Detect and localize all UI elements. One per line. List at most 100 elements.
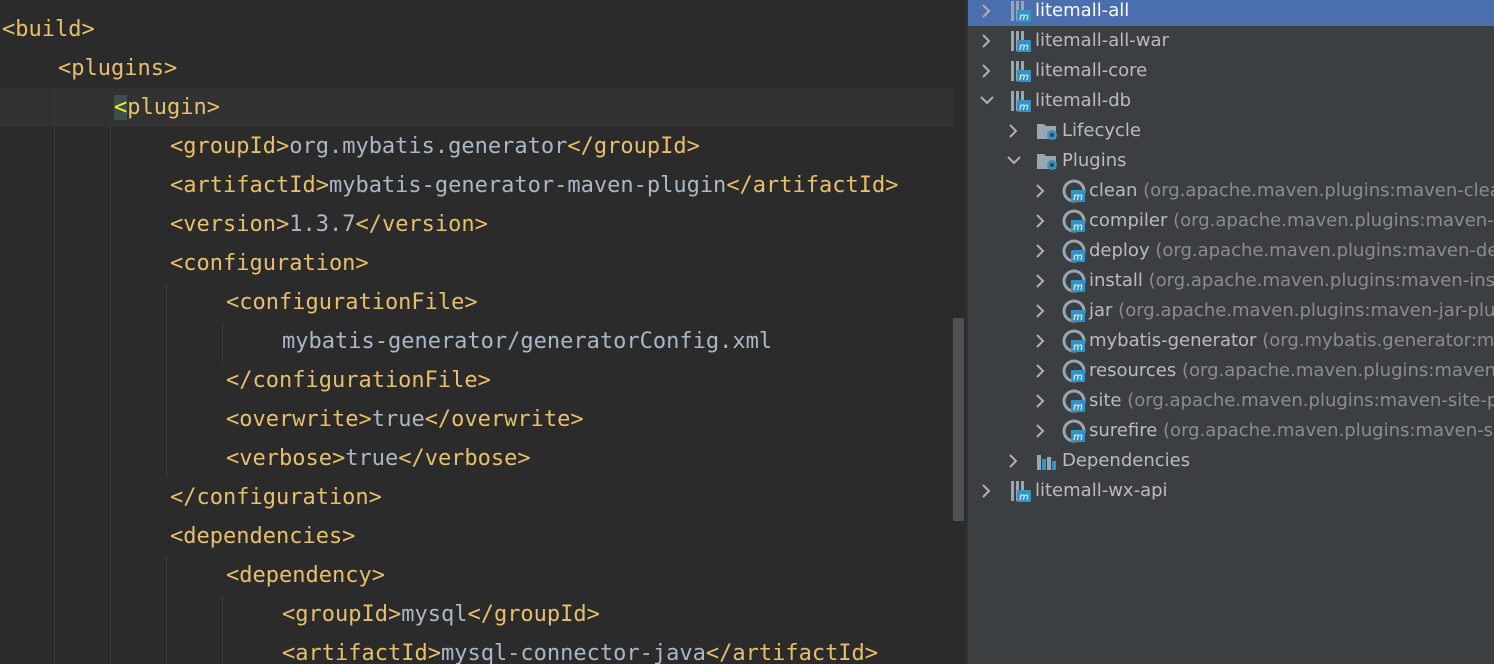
chevron-right-icon[interactable] bbox=[1007, 446, 1021, 476]
code-line[interactable]: mybatis-generator/generatorConfig.xml bbox=[282, 322, 772, 361]
tree-item-litemall-all[interactable]: m litemall-all bbox=[968, 0, 1494, 26]
tree-item-litemall-wx-api[interactable]: m litemall-wx-api bbox=[968, 476, 1494, 506]
code-tag: <artifactId> bbox=[170, 173, 329, 198]
code-line[interactable]: <configuration> bbox=[170, 244, 369, 283]
code-line[interactable]: <dependencies> bbox=[170, 517, 355, 556]
tree-item-litemall-all-war[interactable]: m litemall-all-war bbox=[968, 26, 1494, 56]
chevron-right-icon[interactable] bbox=[1034, 206, 1048, 236]
code-text: mybatis-generator/generatorConfig.xml bbox=[282, 329, 773, 354]
tree-item-label: clean (org.apache.maven.plugins:maven-cl… bbox=[1089, 176, 1494, 206]
chevron-right-icon[interactable] bbox=[1007, 116, 1021, 146]
tree-item-label: Plugins bbox=[1062, 146, 1126, 176]
tree-item-label: deploy (org.apache.maven.plugins:maven-d… bbox=[1089, 236, 1494, 266]
tree-item-plugins[interactable]: Plugins bbox=[968, 146, 1494, 176]
tree-item-mybatis-generator[interactable]: m mybatis-generator (org.mybatis.generato… bbox=[968, 326, 1494, 356]
tree-item-label: Dependencies bbox=[1062, 446, 1190, 476]
tree-item-surefire[interactable]: m surefire (org.apache.maven.plugins:mave… bbox=[968, 416, 1494, 446]
maven-plugin-icon: m bbox=[1062, 389, 1086, 413]
code-text: org.mybatis.generator bbox=[289, 134, 568, 159]
code-tag: </configuration> bbox=[170, 485, 382, 510]
svg-text:m: m bbox=[1073, 192, 1083, 203]
code-editor[interactable]: <build> <plugins> <plugin> <groupId>org.myb… bbox=[0, 0, 966, 664]
code-line[interactable]: <plugin> bbox=[114, 88, 220, 127]
tree-item-name: litemall-all-war bbox=[1035, 30, 1169, 51]
code-line[interactable]: </configuration> bbox=[170, 478, 382, 517]
chevron-right-icon[interactable] bbox=[1034, 356, 1048, 386]
tree-item-label: jar (org.apache.maven.plugins:maven-jar-… bbox=[1089, 296, 1494, 326]
chevron-right-icon[interactable] bbox=[980, 56, 994, 86]
tree-item-lifecycle[interactable]: Lifecycle bbox=[968, 116, 1494, 146]
chevron-right-icon[interactable] bbox=[1034, 296, 1048, 326]
chevron-right-icon[interactable] bbox=[1034, 416, 1048, 446]
code-tag: </artifactId> bbox=[726, 173, 899, 198]
maven-tool-window-tree[interactable]: m litemall-all m litemall-all-war m litemall-… bbox=[966, 0, 1494, 664]
chevron-right-icon[interactable] bbox=[1034, 176, 1048, 206]
chevron-down-icon[interactable] bbox=[980, 86, 994, 116]
code-line[interactable]: <overwrite>true</overwrite> bbox=[226, 400, 584, 439]
tree-item-name: litemall-db bbox=[1035, 90, 1132, 111]
tree-item-clean[interactable]: m clean (org.apache.maven.plugins:maven-c… bbox=[968, 176, 1494, 206]
indent-guide bbox=[222, 322, 223, 361]
tree-item-name: Lifecycle bbox=[1062, 120, 1141, 141]
chevron-right-icon[interactable] bbox=[1034, 236, 1048, 266]
code-line[interactable]: <build> bbox=[2, 10, 95, 49]
code-text: true bbox=[371, 407, 425, 432]
code-line[interactable]: <artifactId>mybatis-generator-maven-plug… bbox=[170, 166, 899, 205]
chevron-down-icon[interactable] bbox=[1007, 146, 1021, 176]
code-tag: < bbox=[114, 95, 128, 120]
tree-item-label: litemall-all bbox=[1035, 0, 1129, 26]
code-line[interactable]: <artifactId>mysql-connector-java</artifa… bbox=[282, 634, 878, 664]
code-line[interactable]: </configurationFile> bbox=[226, 361, 491, 400]
svg-text:m: m bbox=[1019, 12, 1029, 23]
tree-item-compiler[interactable]: m compiler (org.apache.maven.plugins:mave… bbox=[968, 206, 1494, 236]
tree-item-name: litemall-wx-api bbox=[1035, 480, 1168, 501]
chevron-right-icon[interactable] bbox=[1034, 386, 1048, 416]
editor-scrollbar-thumb[interactable] bbox=[953, 318, 964, 521]
code-line[interactable]: <version>1.3.7</version> bbox=[170, 205, 488, 244]
tree-item-coordinates: (org.mybatis.generator:myb bbox=[1262, 330, 1494, 351]
tree-item-name: surefire bbox=[1089, 420, 1158, 441]
maven-plugin-icon: m bbox=[1062, 359, 1086, 383]
chevron-right-icon[interactable] bbox=[1034, 326, 1048, 356]
tree-item-name: litemall-all bbox=[1035, 0, 1130, 21]
chevron-right-icon[interactable] bbox=[980, 26, 994, 56]
code-tag: <build> bbox=[2, 17, 95, 42]
svg-text:m: m bbox=[1073, 282, 1083, 293]
tree-item-resources[interactable]: m resources (org.apache.maven.plugins:mav… bbox=[968, 356, 1494, 386]
svg-text:m: m bbox=[1073, 372, 1083, 383]
svg-text:m: m bbox=[1073, 252, 1083, 263]
plugins-folder-icon bbox=[1035, 149, 1059, 173]
tree-item-dependencies[interactable]: Dependencies bbox=[968, 446, 1494, 476]
tree-item-litemall-db[interactable]: m litemall-db bbox=[968, 86, 1494, 116]
code-tag: </verbose> bbox=[398, 446, 531, 471]
tree-item-coordinates: (org.apache.maven.plugins:maven-depl bbox=[1155, 240, 1494, 261]
tree-item-jar[interactable]: m jar (org.apache.maven.plugins:maven-jar… bbox=[968, 296, 1494, 326]
chevron-right-icon[interactable] bbox=[980, 0, 994, 26]
code-tag: <artifactId> bbox=[282, 641, 441, 664]
code-text: true bbox=[345, 446, 399, 471]
tree-item-label: litemall-core bbox=[1035, 56, 1147, 86]
code-line[interactable]: <dependency> bbox=[226, 556, 385, 595]
tree-item-litemall-core[interactable]: m litemall-core bbox=[968, 56, 1494, 86]
tree-item-site[interactable]: m site (org.apache.maven.plugins:maven-si… bbox=[968, 386, 1494, 416]
tree-item-name: install bbox=[1089, 270, 1143, 291]
code-line[interactable]: <groupId>org.mybatis.generator</groupId> bbox=[170, 127, 700, 166]
code-line[interactable]: <configurationFile> bbox=[226, 283, 478, 322]
code-tag: </groupId> bbox=[467, 602, 600, 627]
code-tag: <configuration> bbox=[170, 251, 369, 276]
code-line[interactable]: <verbose>true</verbose> bbox=[226, 439, 531, 478]
lifecycle-folder-icon bbox=[1035, 119, 1059, 143]
tree-item-coordinates: (org.apache.maven.plugins:maven-re bbox=[1181, 360, 1494, 381]
chevron-right-icon[interactable] bbox=[980, 476, 994, 506]
code-line[interactable]: <groupId>mysql</groupId> bbox=[282, 595, 600, 634]
code-line[interactable]: <plugins> bbox=[58, 49, 177, 88]
tree-item-label: litemall-wx-api bbox=[1035, 476, 1168, 506]
dependencies-icon bbox=[1035, 449, 1059, 473]
tree-item-label: litemall-all-war bbox=[1035, 26, 1169, 56]
tree-item-coordinates: (org.apache.maven.plugins:maven-clean- bbox=[1143, 180, 1494, 201]
tree-item-install[interactable]: m install (org.apache.maven.plugins:maven… bbox=[968, 266, 1494, 296]
tree-item-name: compiler bbox=[1089, 210, 1168, 231]
chevron-right-icon[interactable] bbox=[1034, 266, 1048, 296]
maven-module-icon: m bbox=[1008, 29, 1032, 53]
tree-item-deploy[interactable]: m deploy (org.apache.maven.plugins:maven-… bbox=[968, 236, 1494, 266]
